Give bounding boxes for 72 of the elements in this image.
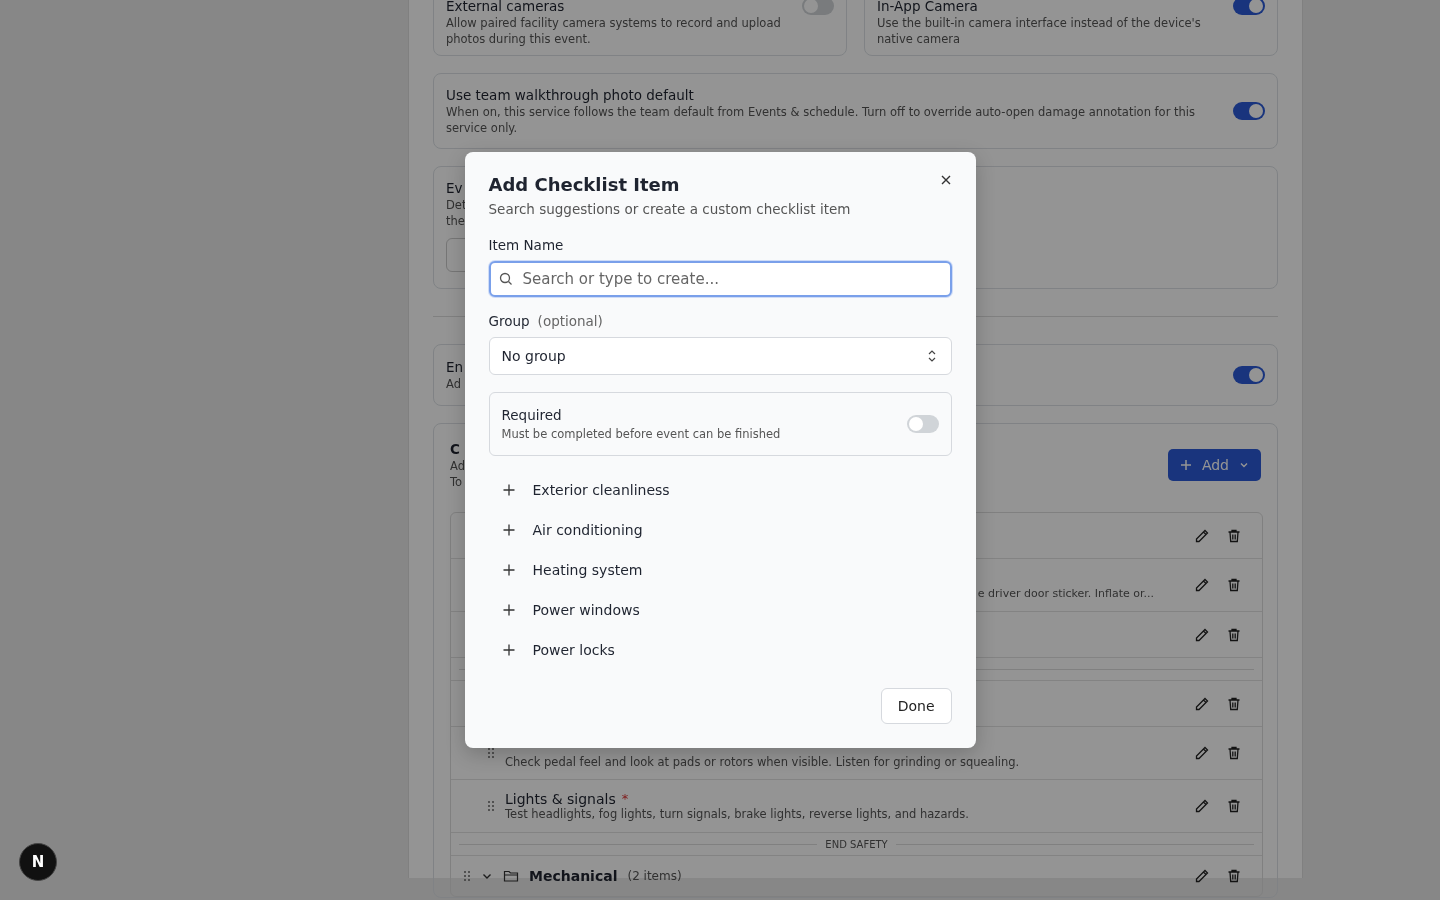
card-description: Allow paired facility camera systems to record and upload photos during this event.	[446, 15, 782, 47]
drag-handle-icon[interactable]	[463, 870, 471, 882]
item-description: e driver door sticker. Inflate or...	[977, 586, 1154, 600]
pencil-icon[interactable]	[1194, 745, 1210, 761]
group-select[interactable]: No group	[488, 337, 952, 375]
card-title: Ev	[446, 179, 463, 197]
required-mark: *	[621, 791, 629, 807]
dialog-subtitle: Search suggestions or create a custom checklist item	[488, 201, 852, 217]
close-icon	[939, 174, 952, 186]
plus-icon	[1179, 459, 1192, 471]
toggle-switch[interactable]	[1233, 366, 1265, 384]
trash-icon[interactable]	[1226, 868, 1242, 884]
pencil-icon[interactable]	[1194, 626, 1210, 643]
plus-icon	[502, 564, 515, 576]
required-description: Must be completed before event can be finished	[501, 427, 781, 441]
plus-icon	[502, 644, 515, 656]
trash-icon[interactable]	[1226, 577, 1242, 593]
card-description: the	[446, 213, 465, 229]
trash-icon[interactable]	[1226, 798, 1242, 814]
pencil-icon[interactable]	[1194, 868, 1210, 884]
pencil-icon[interactable]	[1194, 577, 1210, 593]
trash-icon[interactable]	[1226, 745, 1242, 761]
card-title: Use team walkthrough photo default	[446, 86, 694, 104]
card-description: Ad	[446, 376, 461, 392]
card-description: Ad	[450, 458, 465, 474]
chevron-down-icon	[1239, 460, 1249, 470]
trash-icon[interactable]	[1226, 527, 1242, 544]
card-title: External cameras	[446, 0, 565, 15]
card-title: In-App Camera	[877, 0, 978, 15]
search-icon	[498, 272, 513, 286]
suggestion-item[interactable]: Power windows	[488, 590, 952, 630]
suggestion-item[interactable]: Air conditioning	[488, 510, 952, 550]
suggestion-item[interactable]: Power locks	[488, 630, 952, 670]
plus-icon	[502, 484, 515, 496]
drag-handle-icon[interactable]	[487, 800, 495, 812]
suggestion-item[interactable]: Exterior cleanliness	[488, 470, 952, 510]
item-title: Lights & signals	[505, 791, 616, 807]
up-down-chevron-icon	[926, 349, 937, 363]
plus-icon	[502, 604, 515, 616]
folder-icon	[503, 869, 519, 883]
trash-icon[interactable]	[1226, 695, 1242, 712]
dialog-title: Add Checklist Item	[488, 174, 680, 195]
field-label: Group	[488, 313, 530, 329]
item-description: Check pedal feel and look at pads or rotors when visible. Listen for grinding or squealing.	[505, 755, 1021, 769]
plus-icon	[502, 524, 515, 536]
card-description: Use the built-in camera interface instead of the device's native camera	[877, 15, 1202, 47]
group-count: (2 items)	[627, 869, 682, 883]
item-description: Test headlights, fog lights, turn signals, brake lights, reverse lights, and hazards.	[505, 807, 970, 821]
pencil-icon[interactable]	[1194, 798, 1210, 814]
card-title: C	[450, 440, 460, 458]
pencil-icon[interactable]	[1194, 527, 1210, 544]
card-description: When on, this service follows the team default from Events & schedule. Turn off to override auto-open damage annotation for this service only.	[446, 104, 1197, 136]
toggle-switch[interactable]	[1233, 102, 1265, 120]
toggle-switch[interactable]	[802, 0, 834, 15]
done-button[interactable]: Done	[880, 688, 952, 724]
trash-icon[interactable]	[1226, 626, 1242, 643]
add-button[interactable]: Add	[1167, 449, 1261, 481]
toggle-switch[interactable]	[906, 415, 939, 433]
app-badge[interactable]: N	[19, 843, 57, 881]
section-end-label: END SAFETY	[825, 838, 888, 850]
toggle-switch[interactable]	[1233, 0, 1265, 15]
card-title: En	[446, 358, 464, 376]
card-description: Det	[446, 197, 467, 213]
required-title: Required	[501, 407, 563, 423]
pencil-icon[interactable]	[1194, 695, 1210, 712]
drag-handle-icon[interactable]	[487, 747, 495, 759]
suggestion-item[interactable]: Heating system	[488, 550, 952, 590]
group-title: Mechanical	[529, 868, 618, 884]
field-label: Item Name	[488, 237, 565, 253]
search-field[interactable]: Search or type to create...	[488, 261, 952, 297]
card-description: To	[450, 474, 463, 490]
optional-hint: (optional)	[537, 313, 603, 329]
